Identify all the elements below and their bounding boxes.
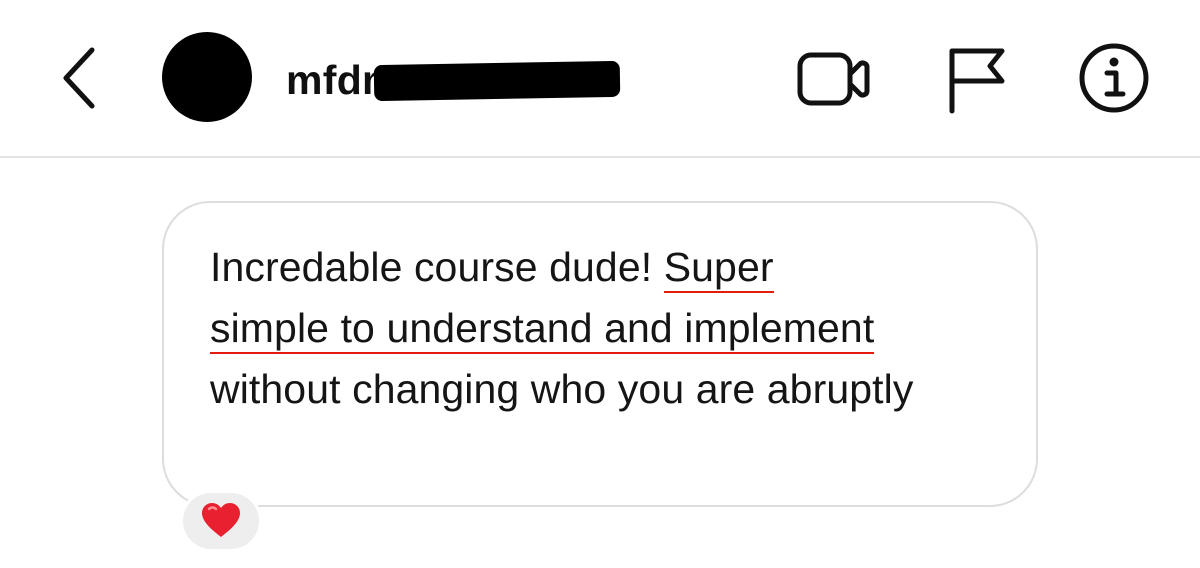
conversation-header: mfdm xyxy=(0,0,1200,158)
redaction-mark xyxy=(373,60,621,102)
heart-icon xyxy=(202,503,240,537)
message-bubble[interactable]: Incredable course dude! Super simple to … xyxy=(162,201,1038,507)
message-highlight-line: simple to understand and implement xyxy=(210,305,875,354)
back-button[interactable] xyxy=(54,44,108,112)
message-reaction[interactable] xyxy=(180,490,262,552)
message-text: Incredable course dude! Super simple to … xyxy=(210,237,1000,420)
video-call-button[interactable] xyxy=(796,48,872,110)
profile-name-button[interactable]: mfdm xyxy=(286,54,621,106)
message-text-ending: without changing who you are abruptly xyxy=(210,366,914,412)
message-text-intro: Incredable course dude! xyxy=(210,244,664,290)
info-icon xyxy=(1079,43,1149,113)
video-camera-icon xyxy=(797,52,870,106)
conversation-info-button[interactable] xyxy=(1078,42,1150,114)
chevron-left-icon xyxy=(63,47,95,109)
flag-icon xyxy=(949,48,1005,114)
dm-thread-screen: mfdm Incredable course dude! Super simpl… xyxy=(0,0,1200,568)
avatar[interactable] xyxy=(162,32,252,122)
message-highlight-super: Super xyxy=(663,244,774,293)
report-button[interactable] xyxy=(942,45,1006,115)
